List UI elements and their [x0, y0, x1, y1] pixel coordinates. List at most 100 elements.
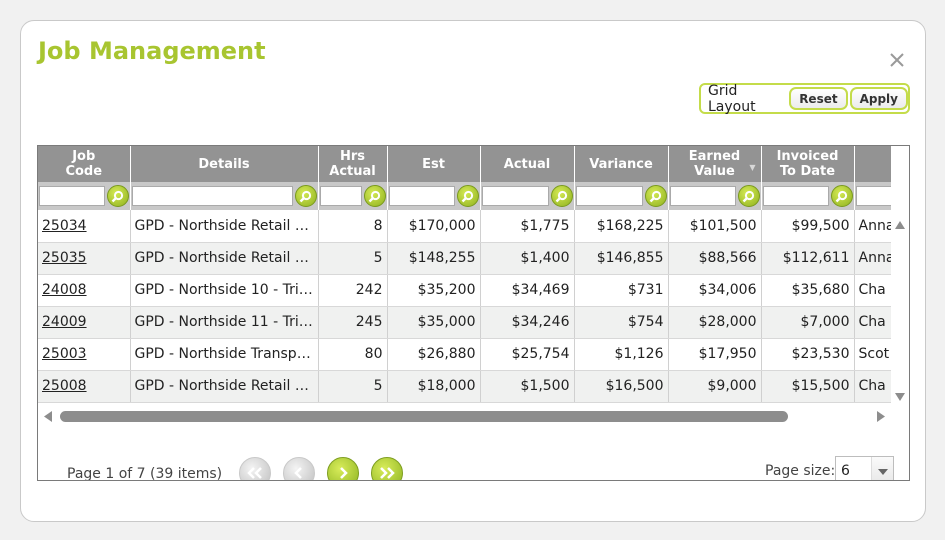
- column-header-job[interactable]: Job: [854, 146, 891, 182]
- filter-input-invoiced-to-date[interactable]: [762, 186, 829, 206]
- filter-search-button[interactable]: [106, 185, 129, 207]
- cell-details: GPD - Northside 10 - Tri…: [130, 274, 319, 307]
- job-code-link[interactable]: 25003: [42, 346, 87, 362]
- next-page-button[interactable]: [327, 457, 359, 480]
- cell-actual: $34,246: [480, 306, 575, 339]
- cell-est: $170,000: [387, 210, 481, 243]
- job-code-link[interactable]: 25008: [42, 378, 87, 394]
- job-code-link[interactable]: 24008: [42, 282, 87, 298]
- column-header-label: To Date: [779, 164, 836, 179]
- scroll-left-icon[interactable]: [43, 411, 53, 422]
- cell-details: GPD - Northside Retail …: [130, 210, 319, 243]
- column-header-label: Actual: [329, 164, 376, 179]
- filter-search-button[interactable]: [737, 185, 760, 207]
- column-header-label: Hrs: [339, 149, 366, 164]
- horizontal-scrollbar[interactable]: [38, 408, 891, 424]
- header-row: Job Code Details Hrs Actual Est Actual Variance…: [38, 146, 891, 182]
- table-row[interactable]: 24008 GPD - Northside 10 - Tri… 242 $35,200…: [38, 274, 891, 307]
- filter-row: [38, 182, 891, 210]
- column-header-actual[interactable]: Actual: [480, 146, 575, 182]
- filter-search-button[interactable]: [830, 185, 853, 207]
- filter-input-job[interactable]: [855, 186, 891, 206]
- filter-cell: [854, 182, 891, 210]
- reset-button[interactable]: Reset: [789, 87, 848, 110]
- grid-layout-label: Grid Layout: [708, 82, 756, 115]
- cell-job: Anna: [854, 242, 891, 275]
- column-header-hrs-actual[interactable]: Hrs Actual: [318, 146, 388, 182]
- vertical-scrollbar[interactable]: [891, 210, 909, 406]
- page-size-dropdown-button[interactable]: [871, 457, 893, 480]
- close-button[interactable]: [887, 50, 907, 70]
- apply-button[interactable]: Apply: [849, 87, 908, 110]
- prev-page-button[interactable]: [283, 457, 315, 480]
- cell-invoiced-to-date: $23,530: [761, 338, 855, 371]
- filter-cell: [668, 182, 762, 210]
- filter-search-button[interactable]: [294, 185, 317, 207]
- scroll-down-icon[interactable]: [894, 392, 906, 402]
- filter-input-job-code[interactable]: [39, 186, 105, 206]
- sort-arrow-icon[interactable]: ▼: [749, 160, 755, 175]
- dialog-title: Job Management: [38, 37, 266, 65]
- column-header-variance[interactable]: Variance: [574, 146, 669, 182]
- job-table: Job Code Details Hrs Actual Est Actual Variance…: [38, 146, 891, 403]
- cell-invoiced-to-date: $35,680: [761, 274, 855, 307]
- cell-invoiced-to-date: $15,500: [761, 370, 855, 403]
- column-header-est[interactable]: Est: [387, 146, 481, 182]
- cell-actual: $34,469: [480, 274, 575, 307]
- table-row[interactable]: 25003 GPD - Northside Transp… 80 $26,880 $25…: [38, 338, 891, 371]
- filter-search-button[interactable]: [363, 185, 386, 207]
- column-header-job-code[interactable]: Job Code: [38, 146, 131, 182]
- cell-details: GPD - Northside Transp…: [130, 338, 319, 371]
- page-size-label: Page size:: [765, 463, 836, 479]
- job-code-cell: 24008: [38, 274, 131, 307]
- job-code-link[interactable]: 25035: [42, 250, 87, 266]
- prev-page-icon: [294, 467, 302, 479]
- scroll-up-icon[interactable]: [894, 220, 906, 230]
- scroll-thumb[interactable]: [60, 411, 788, 422]
- cell-earned-value: $9,000: [668, 370, 762, 403]
- column-header-invoiced-to-date[interactable]: Invoiced To Date: [761, 146, 855, 182]
- page-size-select[interactable]: 6: [835, 456, 894, 480]
- table-row[interactable]: 25035 GPD - Northside Retail … 5 $148,255 $1…: [38, 242, 891, 275]
- filter-input-earned-value[interactable]: [669, 186, 736, 206]
- cell-est: $35,200: [387, 274, 481, 307]
- table-row[interactable]: 24009 GPD - Northside 11 - Tri… 245 $35,000…: [38, 306, 891, 339]
- search-icon: [299, 190, 312, 202]
- filter-cell: [318, 182, 388, 210]
- cell-invoiced-to-date: $99,500: [761, 210, 855, 243]
- filter-input-actual[interactable]: [481, 186, 549, 206]
- filter-cell-wrapper: [319, 182, 387, 210]
- table-row[interactable]: 25034 GPD - Northside Retail … 8 $170,000 $1…: [38, 210, 891, 243]
- cell-actual: $1,400: [480, 242, 575, 275]
- cell-est: $148,255: [387, 242, 481, 275]
- cell-invoiced-to-date: $7,000: [761, 306, 855, 339]
- filter-search-button[interactable]: [550, 185, 573, 207]
- column-header-label: Value: [694, 164, 735, 179]
- cell-details: GPD - Northside Retail …: [130, 370, 319, 403]
- cell-variance: $754: [574, 306, 669, 339]
- filter-search-button[interactable]: [644, 185, 667, 207]
- filter-input-details[interactable]: [131, 186, 293, 206]
- pager-status: Page 1 of 7 (39 items): [67, 466, 223, 481]
- column-header-details[interactable]: Details: [130, 146, 319, 182]
- column-header-earned-value[interactable]: Earned Value ▼: [668, 146, 762, 182]
- filter-input-variance[interactable]: [575, 186, 643, 206]
- table-row[interactable]: 25008 GPD - Northside Retail … 5 $18,000 $1,…: [38, 370, 891, 403]
- scroll-right-icon[interactable]: [876, 411, 886, 422]
- job-code-cell: 25008: [38, 370, 131, 403]
- cell-hrs-actual: 5: [318, 370, 388, 403]
- cell-actual: $25,754: [480, 338, 575, 371]
- first-page-button[interactable]: [239, 457, 271, 480]
- filter-input-hrs-actual[interactable]: [319, 186, 362, 206]
- job-code-link[interactable]: 24009: [42, 314, 87, 330]
- filter-cell: [761, 182, 855, 210]
- last-page-button[interactable]: [371, 457, 403, 480]
- cell-job: Anna: [854, 210, 891, 243]
- cell-est: $26,880: [387, 338, 481, 371]
- search-icon: [111, 190, 124, 202]
- filter-input-est[interactable]: [388, 186, 455, 206]
- filter-search-button[interactable]: [456, 185, 479, 207]
- job-code-link[interactable]: 25034: [42, 218, 87, 234]
- job-code-cell: 25034: [38, 210, 131, 243]
- search-icon: [742, 190, 755, 202]
